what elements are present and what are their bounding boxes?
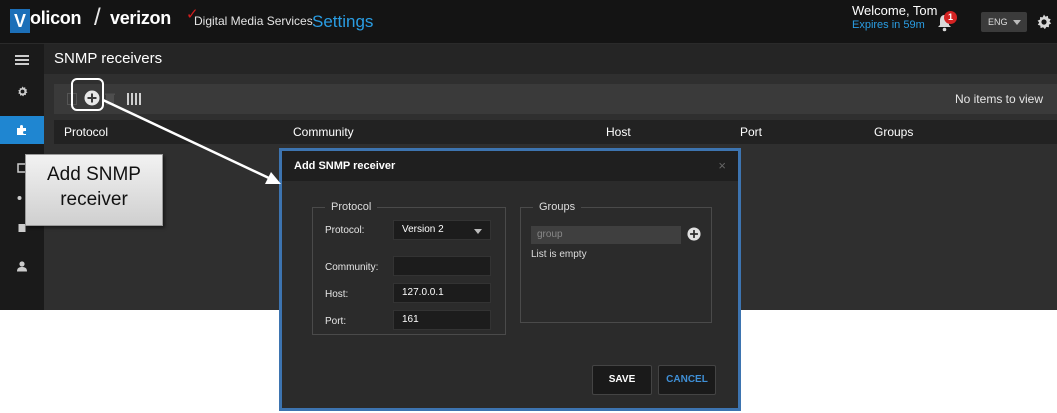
add-group-icon[interactable] <box>687 227 701 241</box>
top-header: V olicon / verizon ✓ Digital Media Servi… <box>0 0 1057 44</box>
dialog-header: Add SNMP receiver × <box>282 151 738 181</box>
port-label: Port: <box>325 316 347 327</box>
notification-count-badge: 1 <box>944 11 957 24</box>
protocol-label: Protocol: <box>325 225 365 236</box>
sidebar-item-plugins[interactable] <box>0 116 44 144</box>
group-input[interactable]: group <box>531 226 681 244</box>
volicon-logo-mark: V <box>10 9 30 33</box>
port-field[interactable]: 161 <box>393 310 491 330</box>
callout-line-1: Add SNMP <box>47 164 141 185</box>
verizon-logo-text: verizon <box>110 8 171 28</box>
language-value: ENG <box>988 17 1008 27</box>
session-expiry: Expires in 59m <box>852 19 925 31</box>
callout-line-2: receiver <box>60 189 128 210</box>
grid-toolbar: No items to view <box>54 84 1057 114</box>
chevron-down-icon <box>474 229 482 234</box>
no-items-message: No items to view <box>954 92 1043 106</box>
protocol-select-value: Version 2 <box>402 224 444 235</box>
language-select[interactable]: ENG <box>981 12 1027 32</box>
host-label: Host: <box>325 289 349 300</box>
groups-legend: Groups <box>533 201 582 213</box>
add-button-highlight <box>71 78 104 111</box>
protocol-select[interactable]: Version 2 <box>393 220 491 240</box>
column-header-groups[interactable]: Groups <box>874 125 913 139</box>
sidebar-item-settings[interactable] <box>0 77 44 105</box>
column-header-protocol[interactable]: Protocol <box>64 125 108 139</box>
column-header-community[interactable]: Community <box>293 125 354 139</box>
sidebar-item-users[interactable] <box>0 252 44 280</box>
page-title: SNMP receivers <box>54 50 163 67</box>
sidebar-menu-toggle[interactable] <box>0 46 44 74</box>
community-field[interactable] <box>393 256 491 276</box>
page-title-bar <box>44 44 1057 74</box>
dialog-title: Add SNMP receiver <box>294 160 396 172</box>
app-title: Settings <box>312 12 374 31</box>
delete-icon[interactable] <box>104 92 116 106</box>
brand-separator: / <box>94 4 101 31</box>
groups-fieldset: Groups group List is empty <box>520 201 712 323</box>
gear-icon[interactable] <box>1036 14 1052 30</box>
user-icon <box>17 261 27 272</box>
groups-empty-message: List is empty <box>531 249 587 260</box>
puzzle-icon <box>17 125 26 135</box>
column-header-port[interactable]: Port <box>740 125 762 139</box>
close-icon[interactable]: × <box>718 158 726 173</box>
add-snmp-receiver-dialog: Add SNMP receiver × Protocol Protocol: V… <box>279 148 741 411</box>
columns-icon[interactable] <box>127 93 141 105</box>
protocol-legend: Protocol <box>325 201 378 213</box>
gear-icon <box>17 85 27 96</box>
add-snmp-receiver-callout: Add SNMP receiver <box>25 154 163 226</box>
save-button[interactable]: SAVE <box>592 365 652 395</box>
menu-icon <box>15 55 29 65</box>
welcome-user-link[interactable]: Welcome, Tom <box>852 3 938 18</box>
cancel-button[interactable]: CANCEL <box>658 365 716 395</box>
column-header-host[interactable]: Host <box>606 125 631 139</box>
chevron-down-icon <box>1013 20 1021 25</box>
host-field[interactable]: 127.0.0.1 <box>393 283 491 303</box>
volicon-logo-text: olicon <box>30 8 82 28</box>
table-header: Protocol Community Host Port Groups <box>54 120 1057 144</box>
protocol-fieldset: Protocol Protocol: Version 2 Community: … <box>312 201 506 335</box>
community-label: Community: <box>325 262 379 273</box>
brand-services-text: Digital Media Services <box>194 14 313 28</box>
